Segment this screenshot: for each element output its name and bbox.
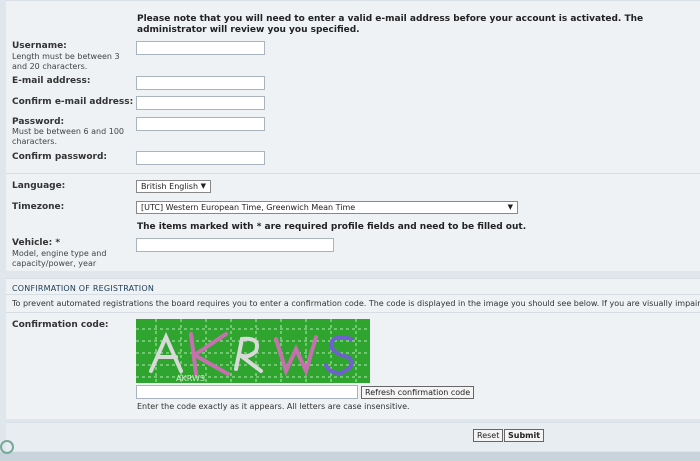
language-label: Language: — [12, 181, 66, 191]
password-label: Password: — [12, 117, 65, 127]
password-hint: Must be between 6 and 100 characters. — [12, 127, 124, 146]
captcha-text: AKRWS — [176, 374, 205, 383]
loading-icon — [0, 440, 14, 454]
vehicle-label: Vehicle: * — [12, 238, 61, 248]
username-label: Username: — [12, 41, 67, 51]
confirmation-code-input[interactable] — [136, 385, 358, 399]
timezone-value: [UTC] Western European Time, Greenwich M… — [141, 203, 356, 212]
confirmation-code-label: Confirmation code: — [12, 320, 109, 330]
divider — [6, 312, 700, 313]
username-hint: Length must be between 3 and 20 characte… — [12, 52, 120, 71]
confirm-password-input[interactable] — [136, 151, 265, 165]
actions-panel — [6, 422, 700, 451]
email-label: E-mail address: — [12, 76, 91, 86]
confirm-email-input[interactable] — [136, 96, 265, 110]
chevron-down-icon: ▼ — [200, 182, 206, 190]
username-input[interactable] — [136, 41, 265, 55]
password-input[interactable] — [136, 117, 265, 131]
confirmation-title: CONFIRMATION OF REGISTRATION — [12, 284, 155, 293]
confirm-password-label: Confirm password: — [12, 152, 108, 162]
chevron-down-icon: ▼ — [507, 203, 513, 211]
confirm-email-label: Confirm e-mail address: — [12, 97, 134, 107]
email-input[interactable] — [136, 76, 265, 90]
divider — [6, 173, 700, 174]
language-value: British English — [141, 182, 199, 191]
captcha-image: AKRWS — [136, 319, 370, 383]
submit-button[interactable]: Submit — [504, 429, 545, 442]
refresh-code-button[interactable]: Refresh confirmation code — [361, 386, 475, 399]
activation-notice: Please note that you will need to enter … — [137, 14, 644, 35]
confirmation-intro: To prevent automated registrations the b… — [12, 299, 700, 308]
timezone-select[interactable]: [UTC] Western European Time, Greenwich M… — [136, 201, 518, 214]
code-hint: Enter the code exactly as it appears. Al… — [137, 402, 410, 411]
timezone-label: Timezone: — [12, 202, 65, 212]
footer-strip — [0, 452, 700, 461]
vehicle-hint: Model, engine type and capacity/power, y… — [12, 249, 107, 268]
reset-button[interactable]: Reset — [473, 429, 504, 442]
language-select[interactable]: British English ▼ — [136, 180, 211, 193]
vehicle-input[interactable] — [136, 238, 334, 252]
section-divider — [6, 294, 700, 295]
required-fields-note: The items marked with * are required pro… — [137, 222, 527, 232]
